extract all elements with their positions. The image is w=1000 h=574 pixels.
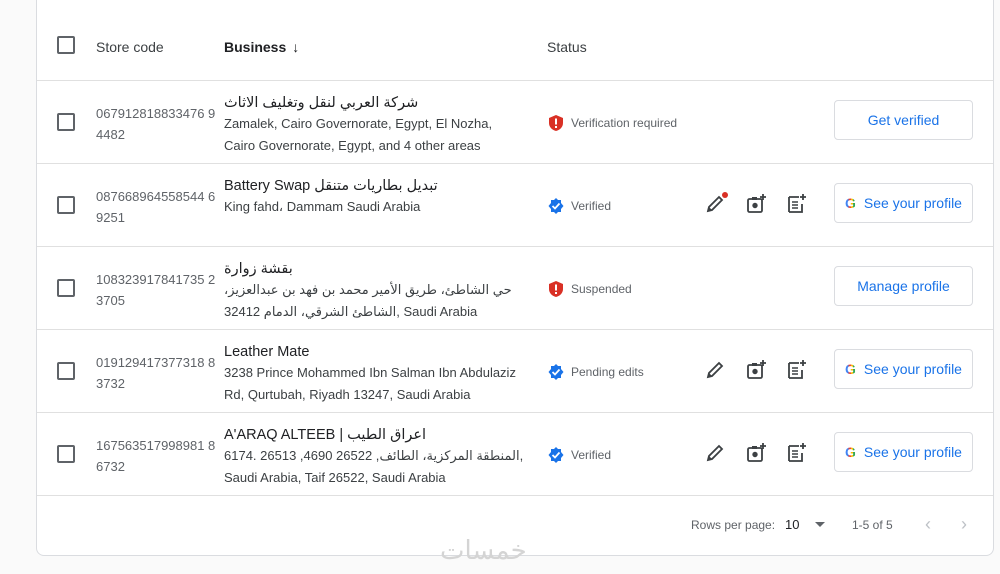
see-profile-button[interactable]: G See your profile <box>834 432 973 472</box>
row-checkbox[interactable] <box>57 445 75 463</box>
business-info: Leather Mate 3238 Prince Mohammed Ibn Sal… <box>224 342 524 406</box>
status-text: Verification required <box>571 116 678 130</box>
verified-badge-icon <box>547 197 565 215</box>
select-all-checkbox[interactable] <box>57 36 75 54</box>
status-badge: Suspended <box>547 280 632 298</box>
table-row: 087668964558544 69251 Battery Swap تبديل … <box>37 164 993 247</box>
button-label: See your profile <box>863 444 962 460</box>
get-verified-button[interactable]: Get verified <box>834 100 973 140</box>
business-address: 3238 Prince Mohammed Ibn Salman Ibn Abdu… <box>224 365 516 402</box>
business-info: بقشة زوارة حي الشاطئ، طريق الأمير محمد بن… <box>224 259 524 323</box>
see-profile-button[interactable]: G See your profile <box>834 349 973 389</box>
google-g-icon: G <box>845 195 856 211</box>
business-profiles-table: Store code Business ↓ Status 067912818833… <box>36 0 994 556</box>
button-label: Get verified <box>867 112 940 128</box>
status-header: Status <box>547 39 587 55</box>
status-badge: Pending edits <box>547 363 644 381</box>
add-photo-icon[interactable] <box>744 192 768 216</box>
business-info: A'ARAQ ALTEEB | اعراق الطيب 6174. 26513 ,… <box>224 425 524 489</box>
row-actions <box>703 192 826 216</box>
row-checkbox[interactable] <box>57 362 75 380</box>
row-actions <box>703 441 826 465</box>
table-row: 167563517998981 86732 A'ARAQ ALTEEB | اعر… <box>37 413 993 496</box>
watermark-logo: خمسات <box>440 536 527 566</box>
button-label: See your profile <box>863 361 962 377</box>
edit-pencil-icon[interactable] <box>703 192 728 216</box>
store-code: 087668964558544 69251 <box>96 189 216 225</box>
verified-badge-icon <box>547 363 565 381</box>
status-badge: Verification required <box>547 114 677 132</box>
add-photo-icon[interactable] <box>744 358 768 382</box>
rows-per-page-value: 10 <box>785 517 800 532</box>
status-text: Pending edits <box>571 365 644 379</box>
business-name: شركة العربي لنقل وتغليف الاثاث <box>224 95 419 111</box>
rows-per-page-select[interactable]: 10 <box>785 517 826 532</box>
alert-shield-icon <box>547 280 565 298</box>
row-checkbox[interactable] <box>57 113 75 131</box>
business-address: Zamalek, Cairo Governorate, Egypt, El No… <box>224 116 493 153</box>
manage-profile-button[interactable]: Manage profile <box>834 266 973 306</box>
previous-page-button[interactable]: ‹ <box>925 514 931 535</box>
store-code: 067912818833476 94482 <box>96 106 216 142</box>
edit-pencil-icon[interactable] <box>703 358 727 382</box>
row-checkbox[interactable] <box>57 196 75 214</box>
business-info: شركة العربي لنقل وتغليف الاثاث Zamalek, C… <box>224 93 524 157</box>
status-text: Suspended <box>571 282 632 296</box>
button-label: Manage profile <box>857 278 950 294</box>
business-header-label: Business <box>224 39 287 55</box>
dropdown-caret-icon <box>815 522 826 527</box>
table-row: 108323917841735 23705 بقشة زوارة حي الشاطئ… <box>37 247 993 330</box>
add-post-icon[interactable] <box>785 441 809 465</box>
business-name: A'ARAQ ALTEEB | اعراق الطيب <box>224 427 427 443</box>
google-g-icon: G <box>845 444 856 460</box>
notification-dot <box>722 192 728 198</box>
button-label: See your profile <box>863 195 962 211</box>
edit-pencil-icon[interactable] <box>703 441 727 465</box>
row-checkbox[interactable] <box>57 279 75 297</box>
add-photo-icon[interactable] <box>744 441 768 465</box>
table-row: 067912818833476 94482 شركة العربي لنقل وت… <box>37 81 993 164</box>
store-code-header: Store code <box>96 39 164 55</box>
business-name: Leather Mate <box>224 344 310 360</box>
business-name: بقشة زوارة <box>224 261 293 277</box>
store-code: 108323917841735 23705 <box>96 272 216 308</box>
add-post-icon[interactable] <box>785 192 809 216</box>
business-address: حي الشاطئ، طريق الأمير محمد بن فهد بن عب… <box>224 282 512 319</box>
status-text: Verified <box>571 199 612 213</box>
table-header: Store code Business ↓ Status <box>37 0 993 81</box>
row-actions <box>703 358 826 382</box>
sort-down-arrow-icon[interactable]: ↓ <box>292 39 299 55</box>
business-name: Battery Swap تبديل بطاريات متنقل <box>224 178 438 194</box>
google-g-icon: G <box>845 361 856 377</box>
alert-shield-icon <box>547 114 565 132</box>
next-page-button[interactable]: › <box>961 514 967 535</box>
store-code: 167563517998981 86732 <box>96 438 216 474</box>
verified-badge-icon <box>547 446 565 464</box>
status-text: Verified <box>571 448 612 462</box>
status-badge: Verified <box>547 446 611 464</box>
business-header[interactable]: Business ↓ <box>224 39 299 55</box>
store-code: 019129417377318 83732 <box>96 355 216 391</box>
pagination-range: 1-5 of 5 <box>852 518 893 532</box>
business-address: 6174. 26513 ,4690 26522 ,المنطقة المركزي… <box>224 448 524 485</box>
table-row: 019129417377318 83732 Leather Mate 3238 Pr… <box>37 330 993 413</box>
business-address: King fahd، Dammam Saudi Arabia <box>224 199 421 214</box>
business-info: Battery Swap تبديل بطاريات متنقل King fah… <box>224 176 524 218</box>
see-profile-button[interactable]: G See your profile <box>834 183 973 223</box>
status-badge: Verified <box>547 197 611 215</box>
rows-per-page-label: Rows per page: <box>691 518 776 532</box>
add-post-icon[interactable] <box>785 358 809 382</box>
